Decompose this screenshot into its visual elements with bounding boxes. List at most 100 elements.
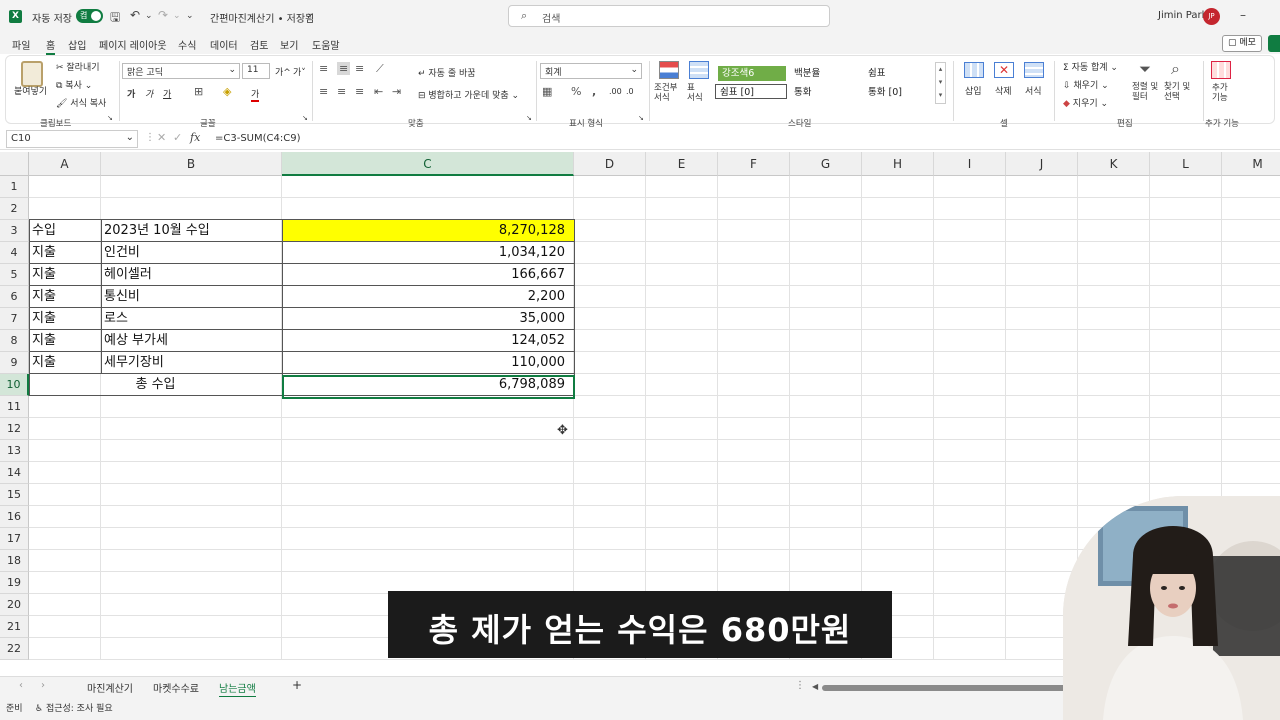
alignment-launcher-icon[interactable]: ↘ [526, 114, 532, 122]
select-all-button[interactable] [0, 152, 29, 176]
bold-button[interactable]: 가 [127, 87, 135, 100]
row-header-4[interactable]: 4 [0, 242, 29, 264]
row-header-8[interactable]: 8 [0, 330, 29, 352]
grow-font-button[interactable]: 가^ [275, 65, 291, 78]
cell-type[interactable]: 지출 [29, 330, 101, 352]
cell-type[interactable]: 수입 [29, 220, 101, 242]
row-header-21[interactable]: 21 [0, 616, 29, 638]
copy-button[interactable]: ⧉ 복사 ⌄ [56, 78, 92, 91]
cell-item[interactable]: 예상 부가세 [101, 330, 282, 352]
format-cells-icon[interactable] [1024, 62, 1044, 78]
column-header-g[interactable]: G [790, 152, 862, 176]
row-header-11[interactable]: 11 [0, 396, 29, 418]
formula-input[interactable]: =C3-SUM(C4:C9) [215, 133, 301, 144]
fill-button[interactable]: ⇩ 채우기 ⌄ [1063, 78, 1109, 91]
column-header-c[interactable]: C [282, 152, 574, 176]
add-ins-label[interactable]: 추가 기능 [1212, 83, 1232, 103]
autosum-button[interactable]: Σ 자동 합계 ⌄ [1063, 60, 1118, 73]
cell-type[interactable]: 지출 [29, 352, 101, 374]
row-header-5[interactable]: 5 [0, 264, 29, 286]
column-header-m[interactable]: M [1222, 152, 1280, 176]
enter-icon[interactable]: ✓ [173, 131, 182, 144]
cell-item[interactable]: 통신비 [101, 286, 282, 308]
cell-amount[interactable]: 124,052 [282, 330, 574, 352]
horizontal-scrollbar[interactable] [822, 685, 1102, 691]
insert-cells-icon[interactable] [964, 62, 984, 78]
tab-page-layout[interactable]: 페이지 레이아웃 [99, 37, 167, 52]
sheet-tab-margin-calc[interactable]: 마진계산기 [87, 680, 133, 695]
row-header-12[interactable]: 12 [0, 418, 29, 440]
borders-icon[interactable]: ⊞ [194, 85, 203, 98]
column-header-l[interactable]: L [1150, 152, 1222, 176]
fill-color-icon[interactable]: ◈ [223, 85, 231, 98]
row-header-13[interactable]: 13 [0, 440, 29, 462]
cell-type[interactable]: 지출 [29, 242, 101, 264]
font-name-select[interactable]: 맑은 고딕 ⌄ [122, 63, 240, 79]
find-select-label[interactable]: 찾기 및 선택 [1164, 82, 1198, 102]
underline-button[interactable]: 가 [163, 87, 171, 100]
next-sheet-icon[interactable]: › [41, 680, 45, 691]
column-header-d[interactable]: D [574, 152, 646, 176]
style-comma0[interactable]: 쉼표 [0] [715, 84, 787, 99]
cell-item[interactable]: 인건비 [101, 242, 282, 264]
row-header-19[interactable]: 19 [0, 572, 29, 594]
font-color-button[interactable]: 가 [251, 87, 260, 102]
row-header-10[interactable]: 10 [0, 374, 29, 396]
memo-button[interactable]: ▢ 메모 [1222, 35, 1262, 52]
cell-item[interactable]: 헤이셀러 [101, 264, 282, 286]
align-top-icon[interactable]: ≡ [319, 62, 328, 75]
name-box[interactable]: C10 ⌄ [6, 130, 138, 148]
redo-dropdown-icon[interactable]: ⌄ [173, 11, 181, 21]
share-button[interactable] [1268, 35, 1280, 52]
column-header-f[interactable]: F [718, 152, 790, 176]
cell-amount[interactable]: 166,667 [282, 264, 574, 286]
style-currency0[interactable]: 통화 [0] [864, 85, 934, 100]
row-header-15[interactable]: 15 [0, 484, 29, 506]
cut-button[interactable]: ✂ 잘라내기 [56, 60, 100, 73]
merge-center-button[interactable]: ⊟ 병합하고 가운데 맞춤 ⌄ [418, 88, 519, 101]
align-center-icon[interactable]: ≡ [337, 85, 346, 98]
add-sheet-button[interactable]: + [292, 678, 302, 692]
user-name[interactable]: Jimin Park [1158, 10, 1207, 21]
save-icon[interactable]: 🖫 [110, 8, 120, 29]
clipboard-launcher-icon[interactable]: ↘ [107, 114, 113, 122]
accessibility-status[interactable]: ♿ 접근성: 조사 필요 [35, 701, 113, 714]
cell-total-label[interactable]: 총 수입 [29, 374, 282, 396]
font-size-select[interactable]: 11 [242, 63, 270, 79]
align-right-icon[interactable]: ≡ [355, 85, 364, 98]
row-header-16[interactable]: 16 [0, 506, 29, 528]
cancel-icon[interactable]: ✕ [157, 131, 166, 144]
number-launcher-icon[interactable]: ↘ [638, 114, 644, 122]
row-header-20[interactable]: 20 [0, 594, 29, 616]
cell-type[interactable]: 지출 [29, 286, 101, 308]
tab-home[interactable]: 홈 [46, 37, 56, 55]
sort-filter-icon[interactable]: ⏷ [1139, 60, 1151, 78]
cell-item[interactable]: 2023년 10월 수입 [101, 220, 282, 242]
tab-formulas[interactable]: 수식 [178, 37, 196, 52]
row-header-18[interactable]: 18 [0, 550, 29, 572]
column-header-h[interactable]: H [862, 152, 934, 176]
shrink-font-button[interactable]: 가˅ [293, 65, 306, 78]
row-header-1[interactable]: 1 [0, 176, 29, 198]
style-currency[interactable]: 통화 [790, 85, 860, 100]
delete-cells-label[interactable]: 삭제 [995, 84, 1012, 97]
column-header-j[interactable]: J [1006, 152, 1078, 176]
tab-help[interactable]: 도움말 [312, 37, 340, 52]
cell-amount[interactable]: 110,000 [282, 352, 574, 374]
autosave-toggle[interactable]: 켬 [76, 9, 103, 23]
conditional-format-icon[interactable] [659, 61, 679, 79]
row-header-22[interactable]: 22 [0, 638, 29, 660]
row-header-2[interactable]: 2 [0, 198, 29, 220]
title-dropdown-icon[interactable]: ⌄ [306, 8, 314, 19]
format-painter-button[interactable]: 🖌 서식 복사 [56, 96, 106, 109]
cell-amount[interactable]: 1,034,120 [282, 242, 574, 264]
insert-cells-label[interactable]: 삽입 [965, 84, 982, 97]
sort-filter-label[interactable]: 정렬 및 필터 [1132, 82, 1162, 102]
column-header-a[interactable]: A [29, 152, 101, 176]
comma-style-icon[interactable]: , [592, 85, 596, 98]
cell-amount[interactable]: 2,200 [282, 286, 574, 308]
minimize-button[interactable]: – [1240, 8, 1246, 22]
format-table-icon[interactable] [689, 61, 709, 79]
cell-type[interactable]: 지출 [29, 264, 101, 286]
column-header-k[interactable]: K [1078, 152, 1150, 176]
